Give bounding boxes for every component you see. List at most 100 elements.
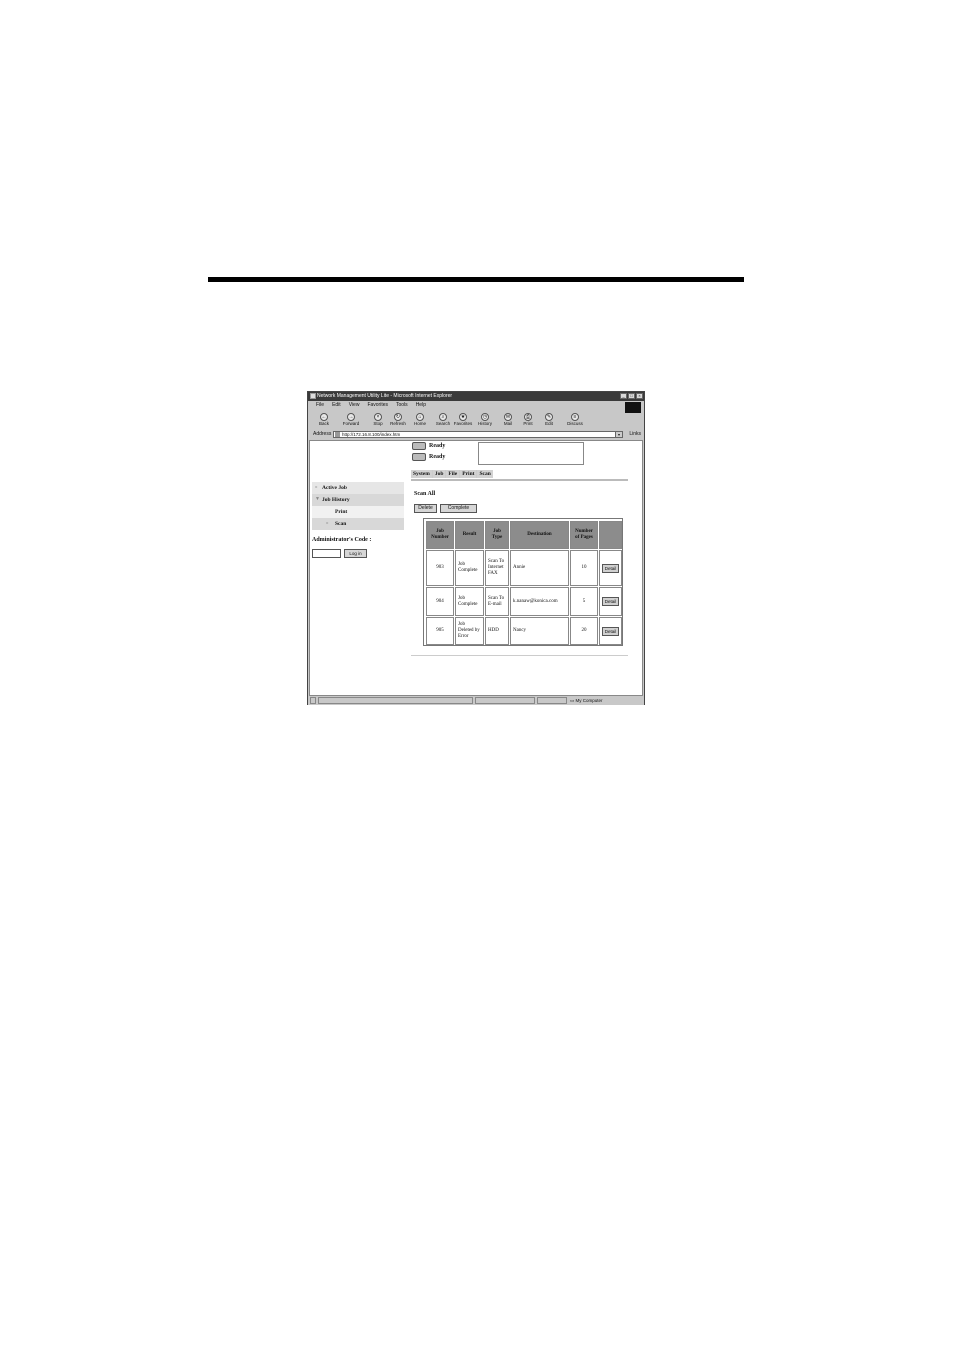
table-row-destination: k.nanaw@konica.com [510,587,569,616]
menu-view[interactable]: View [349,401,360,410]
home-button[interactable]: ⌂ Home [409,413,431,429]
message-panel [478,442,584,465]
address-label: Address [313,431,332,437]
refresh-button[interactable]: ↻ Refresh [387,413,409,429]
menu-help[interactable]: Help [416,401,426,410]
edit-button[interactable]: ✎ Edit [538,413,560,429]
table-row-job-type: HDD [485,617,509,645]
admin-code-label: Administrator's Code : [312,537,372,543]
sidebar-item-print[interactable]: Print [312,506,404,518]
history-button[interactable]: ◷ History [474,413,496,429]
discuss-button[interactable]: ≡ Discuss [564,413,586,429]
chevron-right-icon: » [326,521,329,526]
table-row-action: Detail [599,617,622,645]
table-row-job-number: 904 [426,587,454,616]
menu-favorites[interactable]: Favorites [367,401,388,410]
table-row-pages: 5 [570,587,598,616]
col-header-destination: Destination [510,521,569,549]
table-row-action: Detail [599,550,622,586]
stop-icon: × [374,413,382,421]
sidebar-item-active-job[interactable]: » Active Job [312,482,404,494]
tab-file[interactable]: File [446,470,460,478]
refresh-icon: ↻ [394,413,402,421]
printer-icon [412,441,426,450]
page-content: Ready Ready System Job File Print Scan »… [309,440,643,696]
title-bar: Network Management Utility Lite - Micros… [308,392,644,401]
close-button[interactable]: × [636,393,643,399]
menu-file[interactable]: File [316,401,324,410]
triangle-down-icon: ▼ [315,497,320,502]
tab-job[interactable]: Job [432,470,446,478]
detail-button[interactable]: Detail [602,597,619,606]
table-row-destination: Annie [510,550,569,586]
table-row-destination: Nancy [510,617,569,645]
job-history-table: Job Number Result Job Type Destination N… [423,518,623,646]
col-header-result: Result [455,521,484,549]
table-row-result: Job Complete [455,550,484,586]
back-button[interactable]: ← Back [313,413,335,429]
search-icon: ⌕ [439,413,447,421]
complete-button[interactable]: Complete [440,504,477,513]
page-header-rule [208,277,744,282]
status-segment [318,697,473,704]
print-button[interactable]: ⎙ Print [517,413,539,429]
tab-bar: System Job File Print Scan [411,470,493,478]
detail-button[interactable]: Detail [602,563,619,573]
mail-button[interactable]: ✉ Mail [497,413,519,429]
sidebar: » Active Job ▼ Job History Print » Scan [312,482,404,530]
scanner-icon [412,452,426,461]
back-arrow-icon: ← [320,413,328,421]
favorites-button[interactable]: ★ Favorites [452,413,474,429]
chevron-down-icon[interactable]: ▾ [615,432,622,437]
table-row-result: Job Complete [455,587,484,616]
chevron-right-icon: » [315,485,318,490]
address-bar: Address http://172.16.8.100/index.htm ▾ … [308,430,644,439]
delete-button[interactable]: Delete [414,504,437,513]
menu-edit[interactable]: Edit [332,401,341,410]
table-row-job-type: Scan To E-mail [485,587,509,616]
ie-app-icon [310,393,316,399]
admin-code-input[interactable] [312,549,341,558]
page-title: Scan All [414,491,436,497]
links-button[interactable]: Links [629,430,641,439]
col-header-action [599,521,622,549]
content-divider [411,655,628,656]
page-status-icon [310,697,316,704]
status-segment [537,697,567,704]
table-row-job-type: Scan To Internet FAX [485,550,509,586]
col-header-number-of-pages: Number of Pages [570,521,598,549]
minimize-button[interactable]: _ [620,393,627,399]
sidebar-item-scan[interactable]: » Scan [312,518,404,530]
printer-status: Ready [412,441,445,451]
table-row-job-number: 905 [426,617,454,645]
address-input[interactable]: http://172.16.8.100/index.htm ▾ [333,431,623,438]
menu-tools[interactable]: Tools [396,401,408,410]
computer-icon: ▭ [570,698,575,703]
forward-button[interactable]: → Forward [340,413,362,429]
tab-system[interactable]: System [411,470,432,478]
tab-divider [411,479,628,481]
history-icon: ◷ [481,413,489,421]
status-bar: ▭ My Computer [308,696,644,705]
forward-arrow-icon: → [347,413,355,421]
print-icon: ⎙ [524,413,532,421]
tab-scan[interactable]: Scan [477,470,493,478]
sidebar-item-job-history[interactable]: ▼ Job History [312,494,404,506]
discuss-icon: ≡ [571,413,579,421]
maximize-button[interactable]: □ [628,393,635,399]
search-button[interactable]: ⌕ Search [432,413,454,429]
mail-icon: ✉ [504,413,512,421]
toolbar: ← Back → Forward × Stop ↻ Refresh ⌂ Home ⌕ Sea… [308,412,644,430]
status-segment [475,697,535,704]
tab-print[interactable]: Print [460,470,477,478]
detail-button[interactable]: Detail [602,626,619,636]
stop-button[interactable]: × Stop [367,413,389,429]
security-zone: ▭ My Computer [570,698,603,703]
address-url: http://172.16.8.100/index.htm [342,432,401,437]
login-button[interactable]: Log in [344,549,367,558]
page-icon [335,432,340,437]
table-row-pages: 10 [570,550,598,586]
favorites-icon: ★ [459,413,467,421]
menu-bar: File Edit View Favorites Tools Help [308,401,644,410]
col-header-job-number: Job Number [426,521,454,549]
